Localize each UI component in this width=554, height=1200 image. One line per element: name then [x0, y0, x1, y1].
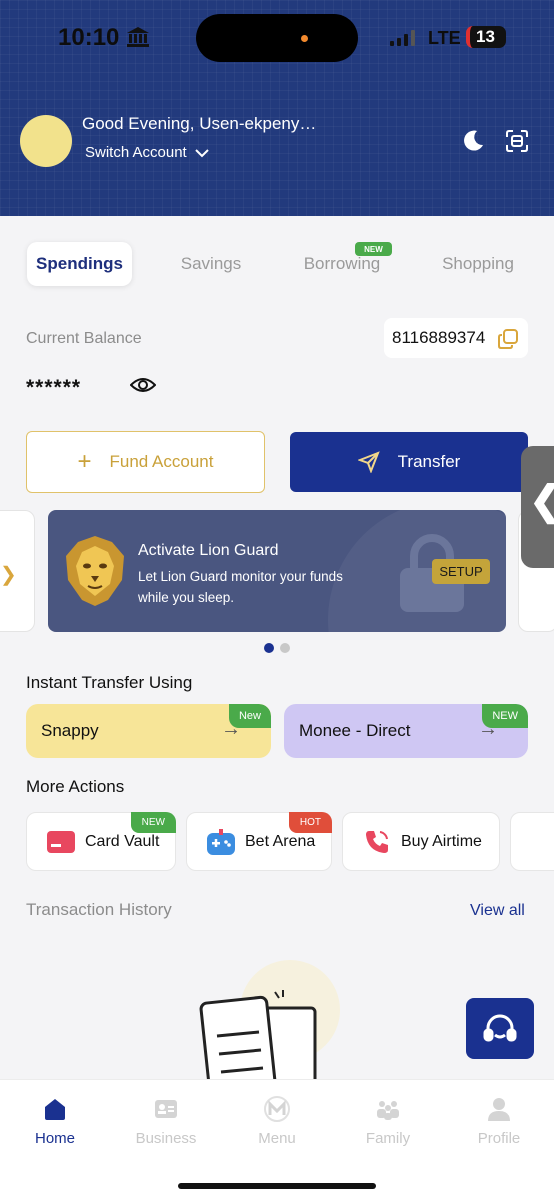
hot-badge: HOT: [288, 812, 332, 833]
side-handle[interactable]: ❮: [521, 446, 554, 568]
carousel-dot[interactable]: [280, 643, 290, 653]
switch-account-button[interactable]: Switch Account: [85, 144, 209, 161]
buy-airtime-label: Buy Airtime: [401, 832, 482, 850]
signal-icon: [390, 30, 415, 46]
balance-value: ******: [26, 376, 82, 399]
lion-guard-card[interactable]: Activate Lion Guard Let Lion Guard monit…: [48, 510, 506, 632]
greeting-text: Good Evening, Usen-ekpeny…: [82, 114, 317, 133]
battery-level: 13: [476, 27, 495, 46]
profile-icon: [488, 1098, 510, 1121]
home-indicator[interactable]: [178, 1183, 376, 1189]
bottom-nav: Home Business Menu Family Profile: [0, 1079, 554, 1200]
nav-business[interactable]: Business: [121, 1096, 211, 1147]
transfer-label: Transfer: [397, 452, 461, 471]
nav-profile[interactable]: Profile: [454, 1096, 544, 1147]
phone-icon: [366, 830, 388, 853]
privacy-indicator: [301, 35, 308, 42]
nav-menu-label: Menu: [258, 1130, 296, 1147]
instant-transfer-title: Instant Transfer Using: [26, 673, 193, 692]
new-badge: NEW: [482, 704, 528, 728]
nav-family[interactable]: Family: [343, 1096, 433, 1147]
fund-account-button[interactable]: + Fund Account: [26, 431, 265, 493]
business-icon: [155, 1100, 177, 1118]
empty-documents-icon: [199, 990, 317, 1085]
action-card-more[interactable]: [510, 812, 554, 871]
promo-subtitle: Let Lion Guard monitor your funds while …: [138, 569, 343, 605]
buy-airtime-button[interactable]: Buy Airtime: [342, 812, 500, 871]
card-vault-button[interactable]: Card Vault NEW: [26, 812, 176, 871]
view-all-link[interactable]: View all: [470, 902, 525, 920]
avatar[interactable]: [20, 115, 72, 167]
bank-icon: [127, 27, 149, 47]
tab-savings[interactable]: Savings: [166, 242, 256, 286]
carousel-dot-active[interactable]: [264, 643, 274, 653]
tab-shopping[interactable]: Shopping: [432, 242, 524, 286]
nav-home[interactable]: Home: [10, 1096, 100, 1147]
new-badge: NEW: [355, 242, 392, 256]
monee-direct-card[interactable]: Monee - Direct → NEW: [284, 704, 528, 758]
eye-icon[interactable]: [130, 375, 156, 395]
send-icon: [357, 451, 380, 473]
support-button[interactable]: [466, 998, 534, 1059]
lion-logo-icon: [66, 536, 124, 606]
bet-arena-label: Bet Arena: [245, 832, 316, 850]
transaction-history-title: Transaction History: [26, 900, 172, 919]
new-badge: NEW: [130, 812, 176, 833]
gamepad-icon: [207, 828, 235, 855]
tab-spendings[interactable]: Spendings: [27, 242, 132, 286]
nav-family-label: Family: [365, 1130, 411, 1147]
more-actions-title: More Actions: [26, 777, 125, 796]
menu-logo-icon: [264, 1096, 290, 1122]
account-number: 8116889374: [392, 328, 486, 347]
snappy-card[interactable]: Snappy → New: [26, 704, 271, 758]
switch-account-label: Switch Account: [85, 144, 187, 161]
nav-business-label: Business: [135, 1130, 197, 1147]
new-badge: New: [228, 704, 271, 728]
scan-icon[interactable]: [505, 129, 529, 153]
plus-icon: +: [77, 448, 92, 475]
battery-icon: 13: [466, 26, 506, 48]
nav-menu[interactable]: Menu: [232, 1096, 322, 1147]
headset-icon: [483, 1014, 517, 1041]
balance-label: Current Balance: [26, 330, 142, 347]
card-icon: [47, 830, 75, 853]
snappy-label: Snappy: [41, 721, 99, 740]
bet-arena-button[interactable]: Bet Arena HOT: [186, 812, 332, 871]
family-icon: [377, 1101, 399, 1120]
chevron-right-icon[interactable]: ❯: [0, 562, 17, 587]
monee-direct-label: Monee - Direct: [299, 721, 411, 740]
dynamic-island: [196, 14, 358, 62]
nav-home-label: Home: [34, 1130, 75, 1147]
home-icon: [45, 1099, 65, 1120]
setup-button[interactable]: SETUP: [432, 559, 490, 584]
nav-profile-label: Profile: [477, 1130, 521, 1147]
account-number-box[interactable]: 8116889374: [384, 318, 528, 358]
card-vault-label: Card Vault: [85, 832, 160, 850]
transfer-button[interactable]: Transfer: [290, 432, 528, 492]
fund-account-label: Fund Account: [109, 452, 214, 471]
moon-icon[interactable]: [460, 128, 486, 154]
status-time: 10:10: [58, 24, 120, 51]
copy-icon[interactable]: [497, 328, 519, 350]
chevron-down-icon: [195, 148, 209, 157]
promo-title: Activate Lion Guard: [138, 542, 279, 559]
chevron-left-icon: ❮: [529, 478, 554, 524]
network-type: LTE: [428, 28, 461, 48]
